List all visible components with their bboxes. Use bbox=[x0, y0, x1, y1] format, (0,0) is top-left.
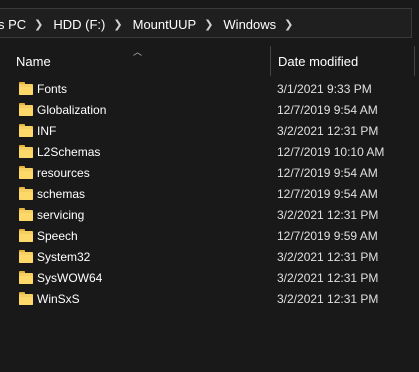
folder-icon bbox=[19, 187, 33, 200]
breadcrumb-item-hdd[interactable]: HDD (F:) bbox=[51, 17, 107, 32]
list-item[interactable]: Speech 12/7/2019 9:59 AM bbox=[0, 226, 419, 247]
chevron-right-icon[interactable]: ❯ bbox=[198, 18, 221, 31]
file-date-modified: 12/7/2019 9:54 AM bbox=[277, 187, 378, 201]
file-date-modified: 3/2/2021 12:31 PM bbox=[277, 124, 379, 138]
file-date-modified: 12/7/2019 9:54 AM bbox=[277, 103, 378, 117]
folder-icon bbox=[19, 292, 33, 305]
column-header-date-modified[interactable]: Date modified bbox=[278, 54, 358, 69]
file-name: System32 bbox=[37, 250, 91, 264]
address-bar-field[interactable]: s PC ❯ HDD (F:) ❯ MountUUP ❯ Windows ❯ bbox=[0, 8, 412, 38]
folder-icon bbox=[19, 103, 33, 116]
column-header: ︿ Name Date modified bbox=[0, 46, 419, 76]
file-date-modified: 12/7/2019 9:59 AM bbox=[277, 229, 378, 243]
chevron-right-icon[interactable]: ❯ bbox=[107, 18, 130, 31]
folder-icon bbox=[19, 229, 33, 242]
file-name: SysWOW64 bbox=[37, 271, 103, 285]
breadcrumb-item-mountuup[interactable]: MountUUP bbox=[131, 17, 199, 32]
column-header-name[interactable]: Name bbox=[16, 54, 51, 69]
folder-icon bbox=[19, 145, 33, 158]
list-item[interactable]: schemas 12/7/2019 9:54 AM bbox=[0, 184, 419, 205]
file-date-modified: 3/2/2021 12:31 PM bbox=[277, 208, 379, 222]
folder-icon bbox=[19, 271, 33, 284]
file-date-modified: 3/2/2021 12:31 PM bbox=[277, 271, 379, 285]
file-name: servicing bbox=[37, 208, 85, 222]
column-divider[interactable] bbox=[270, 46, 271, 76]
file-name: Globalization bbox=[37, 103, 107, 117]
file-name: WinSxS bbox=[37, 292, 80, 306]
list-item[interactable]: SysWOW64 3/2/2021 12:31 PM bbox=[0, 268, 419, 289]
list-item[interactable]: L2Schemas 12/7/2019 10:10 AM bbox=[0, 142, 419, 163]
file-name: INF bbox=[37, 124, 57, 138]
chevron-right-icon[interactable]: ❯ bbox=[28, 18, 51, 31]
file-name: Speech bbox=[37, 229, 78, 243]
file-name: schemas bbox=[37, 187, 86, 201]
list-item[interactable]: INF 3/2/2021 12:31 PM bbox=[0, 121, 419, 142]
list-item[interactable]: servicing 3/2/2021 12:31 PM bbox=[0, 205, 419, 226]
file-name: Fonts bbox=[37, 82, 68, 96]
file-date-modified: 12/7/2019 10:10 AM bbox=[277, 145, 385, 159]
file-date-modified: 3/2/2021 12:31 PM bbox=[277, 292, 379, 306]
list-item[interactable]: Globalization 12/7/2019 9:54 AM bbox=[0, 100, 419, 121]
chevron-right-icon[interactable]: ❯ bbox=[278, 18, 301, 31]
file-name: resources bbox=[37, 166, 90, 180]
list-item[interactable]: WinSxS 3/2/2021 12:31 PM bbox=[0, 289, 419, 310]
chevron-up-icon: ︿ bbox=[133, 47, 143, 57]
file-date-modified: 3/2/2021 12:31 PM bbox=[277, 250, 379, 264]
file-date-modified: 3/1/2021 9:33 PM bbox=[277, 82, 372, 96]
breadcrumb-item-windows[interactable]: Windows bbox=[221, 17, 278, 32]
breadcrumb-item-this-pc[interactable]: s PC bbox=[0, 17, 28, 32]
folder-icon bbox=[19, 124, 33, 137]
list-item[interactable]: Fonts 3/1/2021 9:33 PM bbox=[0, 79, 419, 100]
folder-icon bbox=[19, 208, 33, 221]
file-date-modified: 12/7/2019 9:54 AM bbox=[277, 166, 378, 180]
list-item[interactable]: resources 12/7/2019 9:54 AM bbox=[0, 163, 419, 184]
folder-icon bbox=[19, 250, 33, 263]
address-bar[interactable]: s PC ❯ HDD (F:) ❯ MountUUP ❯ Windows ❯ bbox=[0, 0, 419, 40]
folder-icon bbox=[19, 82, 33, 95]
file-list: Fonts 3/1/2021 9:33 PM Globalization 12/7/2… bbox=[0, 79, 419, 310]
column-divider[interactable] bbox=[414, 46, 415, 76]
file-name: L2Schemas bbox=[37, 145, 101, 159]
folder-icon bbox=[19, 166, 33, 179]
breadcrumb: s PC ❯ HDD (F:) ❯ MountUUP ❯ Windows ❯ bbox=[0, 9, 301, 39]
list-item[interactable]: System32 3/2/2021 12:31 PM bbox=[0, 247, 419, 268]
